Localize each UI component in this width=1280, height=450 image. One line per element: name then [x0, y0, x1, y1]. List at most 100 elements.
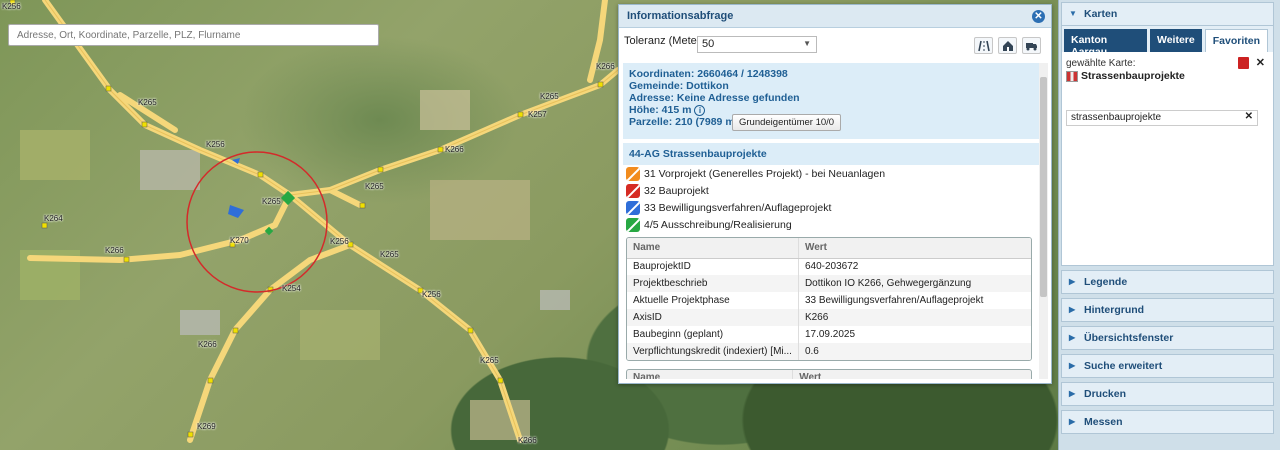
accordion-legende[interactable]: ▶ Legende [1061, 270, 1274, 294]
accordion-suche-erweitert[interactable]: ▶ Suche erweitert [1061, 354, 1274, 378]
table-cell-name: Aktuelle Projektphase [633, 295, 730, 306]
chevron-right-icon: ▶ [1069, 277, 1076, 286]
legend-swatch-icon [626, 166, 640, 181]
accordion-messen[interactable]: ▶ Messen [1061, 410, 1274, 434]
accordion-label: Drucken [1084, 388, 1127, 400]
accordion-label: Suche erweitert [1084, 360, 1163, 372]
road-label: K266 [518, 436, 537, 445]
panel-title: Informationsabfrage [627, 10, 734, 22]
accordion-label: Übersichtsfenster [1084, 332, 1174, 344]
legend-label: 32 Bauprojekt [644, 184, 709, 197]
filter-value: strassenbauprojekte [1071, 112, 1162, 123]
map-filter-input[interactable]: strassenbauprojekte ✕ [1066, 110, 1258, 126]
chevron-right-icon: ▶ [1069, 333, 1076, 342]
road-label: K256 [2, 2, 21, 11]
road-label: K270 [230, 236, 249, 245]
karten-panel: Kanton Aargau Weitere Favoriten gewählte… [1061, 26, 1274, 266]
table-cell-name: BauprojektID [633, 261, 691, 273]
building-area [180, 310, 220, 335]
chevron-down-icon: ▼ [803, 39, 811, 48]
table-cell-name: Verpflichtungskredit (indexiert) [Mi... [627, 343, 799, 360]
road-label: K269 [197, 422, 216, 431]
accordion-list: ▶ Legende ▶ Hintergrund ▶ Übersichtsfens… [1059, 270, 1280, 434]
road-label: K265 [480, 356, 499, 365]
panel-header: Informationsabfrage ✕ [619, 5, 1051, 28]
road-icon[interactable] [974, 37, 993, 54]
info-icon[interactable]: i [694, 105, 706, 116]
accordion-label: Legende [1084, 276, 1128, 288]
field-patch [420, 90, 470, 130]
table-row: Verpflichtungskredit (indexiert) [Mi... … [627, 343, 1031, 360]
address-text: Adresse: Keine Adresse gefunden [629, 92, 800, 104]
chevron-down-icon: ▼ [1069, 9, 1077, 18]
close-icon[interactable]: ✕ [1032, 10, 1045, 23]
tab-weitere[interactable]: Weitere [1149, 29, 1202, 52]
field-patch [20, 130, 90, 180]
table-cell-name: AxisID [627, 309, 799, 326]
accordion-drucken[interactable]: ▶ Drucken [1061, 382, 1274, 406]
table-cell-value: 640-203672 [797, 258, 1031, 275]
gemeinde-text: Gemeinde: Dottikon [629, 80, 729, 92]
legend-item: 31 Vorprojekt (Generelles Projekt) - bei… [623, 165, 1039, 182]
road-label: K256 [330, 237, 349, 246]
app-root: K256 K265 K256 K265 K266 K257 K265 K266 … [0, 0, 1280, 450]
location-info-box: Koordinaten: 2660464 / 1248398 Gemeinde:… [623, 63, 1039, 139]
legend-label: 31 Vorprojekt (Generelles Projekt) - bei… [644, 167, 886, 180]
tolerance-select[interactable]: 50 ▼ [697, 36, 817, 53]
road-label: K256 [206, 140, 225, 149]
clear-icon[interactable]: ✕ [1245, 111, 1253, 122]
table-row: Aktuelle Projektphase 33 Bewilligungsver… [627, 292, 1031, 309]
pdf-icon[interactable] [1238, 57, 1249, 69]
road-edges [44, 0, 619, 441]
table-cell-value: Dottikon IO K266, Gehwegergänzung [797, 275, 1031, 292]
scrollbar-thumb[interactable] [1040, 77, 1047, 297]
chevron-right-icon: ▶ [1069, 389, 1076, 398]
road-label: K265 [262, 197, 281, 206]
chevron-right-icon: ▶ [1069, 305, 1076, 314]
building-area [140, 150, 200, 190]
search-input[interactable] [8, 24, 379, 46]
road-label: K266 [596, 62, 615, 71]
house-icon[interactable] [998, 37, 1017, 54]
table-row: Baubeginn (geplant) 17.09.2025 [627, 326, 1031, 343]
selected-map: Strassenbauprojekte ✕ [1062, 57, 1273, 83]
column-header-value[interactable]: Wert [792, 370, 1031, 379]
chevron-right-icon: ▶ [1069, 361, 1076, 370]
table-cell-name: Baubeginn (geplant) [633, 329, 724, 340]
table-cell-name: Projektbeschrieb [627, 275, 799, 292]
column-header-name[interactable]: Name [627, 238, 799, 259]
tab-kanton-aargau[interactable]: Kanton Aargau [1064, 29, 1147, 58]
result-scroll-area[interactable]: Koordinaten: 2660464 / 1248398 Gemeinde:… [623, 63, 1039, 379]
tolerance-label: Toleranz (Meter): [624, 35, 708, 47]
landowner-button[interactable]: Grundeigentümer 10/0 [732, 114, 842, 131]
road-label: K254 [282, 284, 301, 293]
road-label: K256 [422, 290, 441, 299]
layer-title: 44-AG Strassenbauprojekte [623, 143, 1039, 165]
column-header-name[interactable]: Name [627, 370, 792, 379]
road-label: K265 [380, 250, 399, 259]
close-icon[interactable]: ✕ [1256, 56, 1265, 69]
attribute-table-2-header: Name Wert [626, 369, 1032, 379]
tab-favoriten[interactable]: Favoriten [1204, 29, 1268, 52]
table-cell-value: 33 Bewilligungsverfahren/Auflageprojekt [797, 292, 1031, 309]
attribute-table: Name Wert BauprojektID 640-203672 Projek… [626, 237, 1032, 361]
legend-item: 32 Bauprojekt [623, 182, 1039, 199]
road-label: K266 [105, 246, 124, 255]
accordion-label: Messen [1084, 416, 1123, 428]
info-query-panel: Informationsabfrage ✕ Toleranz (Meter): … [618, 4, 1052, 384]
road-label: K257 [528, 110, 547, 119]
accordion-uebersichtsfenster[interactable]: ▶ Übersichtsfenster [1061, 326, 1274, 350]
sidebar: ▼ Karten Kanton Aargau Weitere Favoriten… [1058, 0, 1280, 450]
query-tool-buttons [974, 37, 1041, 54]
field-patch [300, 310, 380, 360]
legend-swatch-icon [626, 200, 640, 215]
table-row: AxisID K266 [627, 309, 1031, 326]
map-layer-icon [1066, 70, 1078, 82]
accordion-karten[interactable]: ▼ Karten [1061, 2, 1274, 26]
truck-icon[interactable] [1022, 37, 1041, 54]
tolerance-value: 50 [702, 38, 715, 50]
vertical-scrollbar[interactable] [1039, 63, 1048, 379]
project-marker-blue[interactable] [228, 205, 244, 218]
accordion-hintergrund[interactable]: ▶ Hintergrund [1061, 298, 1274, 322]
column-header-value[interactable]: Wert [797, 238, 1031, 259]
